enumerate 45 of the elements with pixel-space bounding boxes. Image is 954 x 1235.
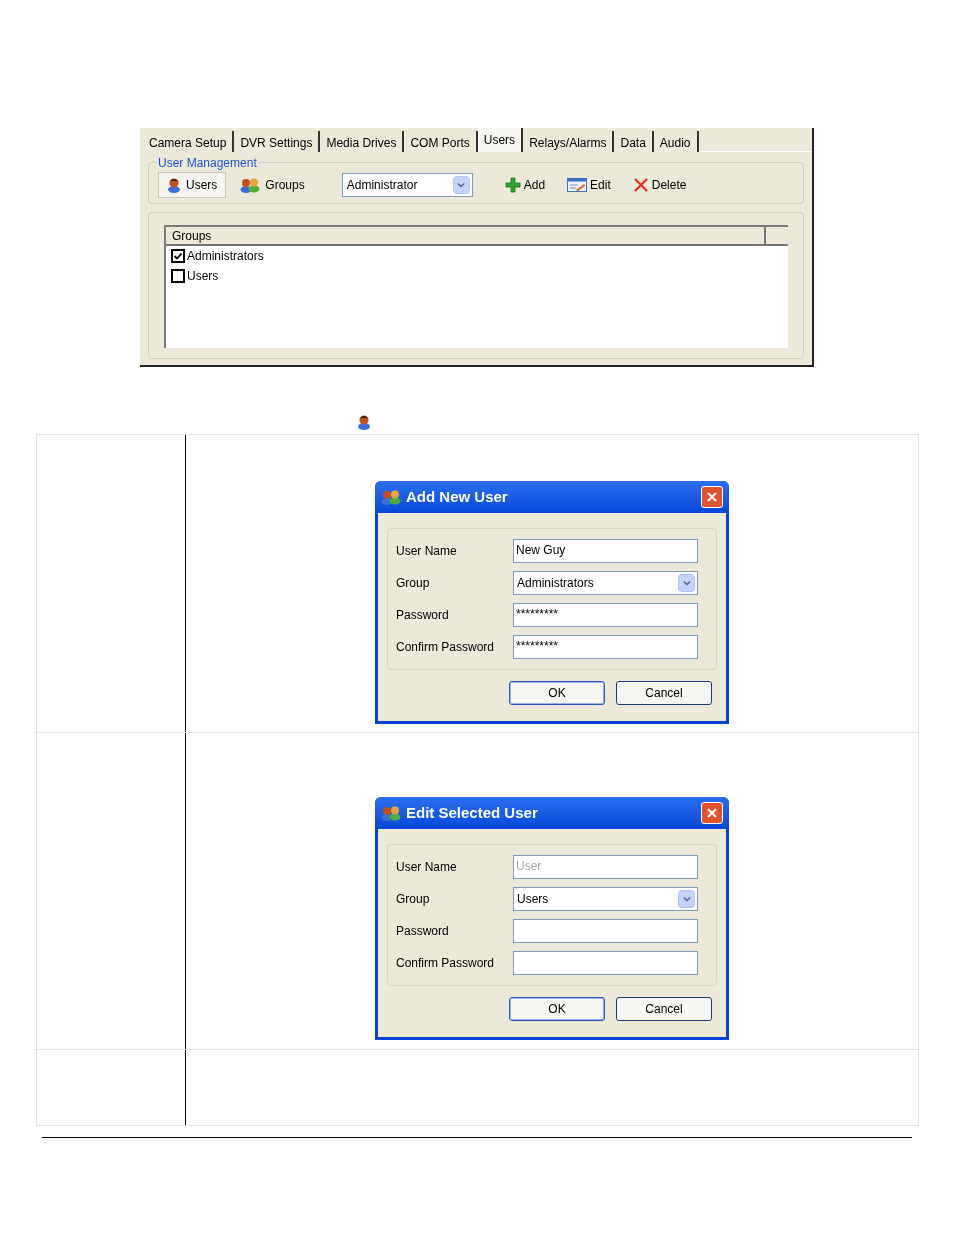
close-icon — [706, 491, 718, 503]
toolbar-button[interactable]: Delete — [632, 176, 687, 194]
close-icon — [706, 807, 718, 819]
close-icon — [632, 177, 649, 193]
input-field[interactable]: ********* — [513, 635, 698, 659]
form-edit-icon — [567, 177, 588, 193]
input-field[interactable]: New Guy — [513, 539, 698, 563]
close-button[interactable] — [701, 486, 723, 508]
input-field[interactable] — [513, 951, 698, 975]
plus-icon — [504, 177, 521, 193]
dialog-button[interactable]: OK — [509, 681, 605, 705]
field-label: User Name — [396, 543, 458, 560]
dialog-button[interactable]: OK — [509, 997, 605, 1021]
tab[interactable]: Users — [477, 128, 524, 152]
list-item-label: Users — [187, 268, 219, 285]
list-item-label: Administrators — [187, 248, 264, 265]
field-label: Confirm Password — [396, 955, 496, 972]
person-icon — [167, 177, 181, 193]
person-icon — [357, 414, 371, 430]
field-label: User Name — [396, 859, 458, 876]
field-label: Group — [396, 575, 431, 592]
people-icon — [381, 805, 401, 821]
checkmark-icon — [173, 251, 183, 261]
dialog-title: Add New User — [406, 486, 509, 507]
field-label: Confirm Password — [396, 639, 496, 656]
group-select[interactable]: Administrators — [513, 571, 698, 595]
group-select[interactable]: Users — [513, 887, 698, 911]
people-icon — [240, 177, 261, 193]
field-label: Password — [396, 607, 450, 624]
user-dropdown[interactable]: Administrator — [341, 173, 473, 197]
checkbox[interactable] — [171, 269, 185, 283]
view-toggle-button[interactable]: Groups — [231, 172, 314, 198]
dialog-button[interactable]: Cancel — [616, 681, 712, 705]
toolbar-button[interactable]: Edit — [567, 176, 611, 194]
checkbox[interactable] — [171, 249, 185, 263]
input-field[interactable] — [513, 919, 698, 943]
close-button[interactable] — [701, 802, 723, 824]
toolbar-button[interactable]: Add — [504, 176, 546, 194]
dialog-button[interactable]: Cancel — [616, 997, 712, 1021]
people-icon — [381, 489, 401, 505]
field-label: Group — [396, 891, 431, 908]
dialog-title: Edit Selected User — [406, 802, 539, 823]
view-toggle-button[interactable]: Users — [158, 172, 227, 198]
input-field[interactable]: ********* — [513, 603, 698, 627]
field-label: Password — [396, 923, 450, 940]
